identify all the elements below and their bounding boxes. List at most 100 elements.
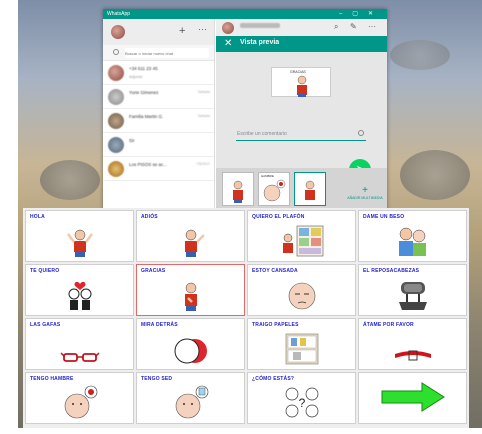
chat-time: Sábado <box>197 90 210 94</box>
board-cell-hola[interactable]: HOLA <box>25 210 134 262</box>
hungry-face-icon <box>64 385 97 419</box>
media-thumbnail[interactable] <box>294 172 326 206</box>
board-cell-dame-un-beso[interactable]: DAME UN BESO <box>358 210 467 262</box>
cell-label: TE QUIERO <box>30 268 60 274</box>
thanks-person-icon <box>305 180 315 200</box>
menu-dots-icon[interactable]: ··· <box>198 24 207 34</box>
search-input[interactable] <box>125 48 209 58</box>
add-icon: + <box>362 185 368 196</box>
cell-label: QUIERO EL PLAFÓN <box>252 214 305 220</box>
board-cell-las-gafas[interactable]: LAS GAFAS <box>25 318 134 370</box>
cell-label: ESTOY CANSADA <box>252 268 298 274</box>
preview-image: GRACIAS <box>271 67 331 97</box>
chat-list-item[interactable]: Los PISOS se ac... 7/5/2017 <box>103 157 214 181</box>
board-cell-el-reposacabezas[interactable]: EL REPOSACABEZAS <box>358 264 467 316</box>
comment-input[interactable]: Escribe un comentario <box>236 127 366 141</box>
media-thumbnail[interactable]: HAMBRE <box>258 172 290 206</box>
avatar[interactable] <box>111 25 125 39</box>
window-controls[interactable]: –▢✕ <box>339 9 383 19</box>
profile-header: + ··· <box>103 19 214 45</box>
headrest-icon <box>398 282 427 310</box>
chat-name: Los PISOS se ac... <box>129 162 168 167</box>
cell-label: ÁTAME POR FAVOR <box>363 322 414 328</box>
board-cell-adios[interactable]: ADIÓS <box>136 210 245 262</box>
avatar <box>108 89 124 105</box>
screen-edge-bottom <box>0 428 482 434</box>
add-media-button[interactable]: + AÑADIR MULTIMEDIA <box>347 186 383 208</box>
board-cell-mira-detras[interactable]: MIRA DETRÁS <box>136 318 245 370</box>
thanks-person-icon <box>184 282 197 311</box>
search-icon <box>113 49 119 55</box>
avatar <box>108 161 124 177</box>
chat-name: Familia Martin G. <box>129 114 164 119</box>
chat-name: Yurie Gimenez <box>129 90 159 95</box>
avatar <box>108 65 124 81</box>
communication-board: HOLA ADIÓS QUIERO EL PLAFÓN DAME UN BESO… <box>23 208 469 428</box>
cell-label: TENGO SED <box>141 376 173 382</box>
preview-title: Vista previa <box>240 39 280 46</box>
svg-text:?: ? <box>298 396 305 410</box>
contact-name[interactable] <box>240 23 280 28</box>
emoji-icon[interactable] <box>358 130 364 136</box>
chat-list-item[interactable]: Yurie Gimenez Sábado <box>103 85 214 109</box>
tired-face-icon <box>288 282 315 310</box>
board-cell-estoy-cansada[interactable]: ESTOY CANSADA <box>247 264 356 316</box>
close-icon[interactable]: ✕ <box>224 38 232 49</box>
chat-preview: Adjunto <box>129 74 143 79</box>
whatsapp-window[interactable]: WhatsApp –▢✕ + ··· +34 611 23 45 Adjunto… <box>103 9 387 210</box>
papers-icon <box>285 333 318 365</box>
preview-image-label: GRACIAS <box>290 70 306 74</box>
wave-person-icon <box>66 229 93 257</box>
cell-label: HOLA <box>30 214 45 220</box>
letter-board-icon <box>282 225 323 257</box>
cell-label: LAS GAFAS <box>30 322 61 328</box>
conversation-panel: ⌕ ✎ ··· ✕ Vista previa GRACIAS Escribe u… <box>216 19 387 210</box>
goodbye-person-icon <box>184 229 205 257</box>
board-cell-tengo-hambre[interactable]: TENGO HAMBRE <box>25 372 134 424</box>
kiss-icon <box>398 227 426 256</box>
conversation-header: ⌕ ✎ ··· <box>216 19 387 36</box>
comment-placeholder: Escribe un comentario <box>237 131 287 137</box>
cell-label: MIRA DETRÁS <box>141 322 178 328</box>
cell-label: ¿CÓMO ESTÁS? <box>252 376 295 382</box>
add-media-label: AÑADIR MULTIMEDIA <box>347 196 383 200</box>
chat-list-item[interactable]: Sir <box>103 133 214 157</box>
cell-label: EL REPOSACABEZAS <box>363 268 420 274</box>
media-thumbnail[interactable] <box>222 172 254 206</box>
cell-label: DAME UN BESO <box>363 214 405 220</box>
look-behind-icon <box>174 338 207 364</box>
chat-list-panel: + ··· +34 611 23 45 Adjunto Yurie Gimene… <box>103 19 215 210</box>
thirsty-face-icon <box>175 385 208 419</box>
screen-edge <box>0 0 18 434</box>
search-bar[interactable] <box>103 45 214 61</box>
cell-label: ADIÓS <box>141 214 158 220</box>
board-cell-next[interactable] <box>358 372 467 424</box>
chat-name: +34 611 23 45 <box>129 66 158 71</box>
preview-header: ✕ Vista previa <box>216 36 387 52</box>
avatar <box>108 137 124 153</box>
next-arrow-icon <box>381 382 445 412</box>
attach-icon[interactable]: ✎ <box>350 22 357 31</box>
board-cell-traigo-papeles[interactable]: TRAIGO PAPELES <box>247 318 356 370</box>
chat-list-item[interactable]: Familia Martin G. Sábado <box>103 109 214 133</box>
search-icon[interactable]: ⌕ <box>334 22 338 32</box>
chat-time: 7/5/2017 <box>196 162 210 166</box>
chat-list-item[interactable]: +34 611 23 45 Adjunto <box>103 61 214 85</box>
chat-time: Sábado <box>197 114 210 118</box>
board-cell-quiero-el-plafon[interactable]: QUIERO EL PLAFÓN <box>247 210 356 262</box>
menu-dots-icon[interactable]: ··· <box>368 22 376 31</box>
avatar <box>108 113 124 129</box>
love-couple-icon <box>68 281 91 310</box>
board-cell-te-quiero[interactable]: TE QUIERO <box>25 264 134 316</box>
contact-avatar[interactable] <box>222 22 234 34</box>
new-chat-icon[interactable]: + <box>179 25 185 37</box>
board-cell-gracias[interactable]: GRACIAS <box>136 264 245 316</box>
board-cell-tengo-sed[interactable]: TENGO SED <box>136 372 245 424</box>
window-titlebar[interactable]: WhatsApp –▢✕ <box>103 9 387 19</box>
board-cell-atame-por-favor[interactable]: ÁTAME POR FAVOR <box>358 318 467 370</box>
media-thumbnail-strip: HAMBRE + AÑADIR MULTIMEDIA <box>216 168 387 210</box>
cell-label: TENGO HAMBRE <box>30 376 74 382</box>
belt-icon <box>394 350 431 361</box>
window-title: WhatsApp <box>107 11 131 17</box>
board-cell-como-estas[interactable]: ¿CÓMO ESTÁS? ? <box>247 372 356 424</box>
